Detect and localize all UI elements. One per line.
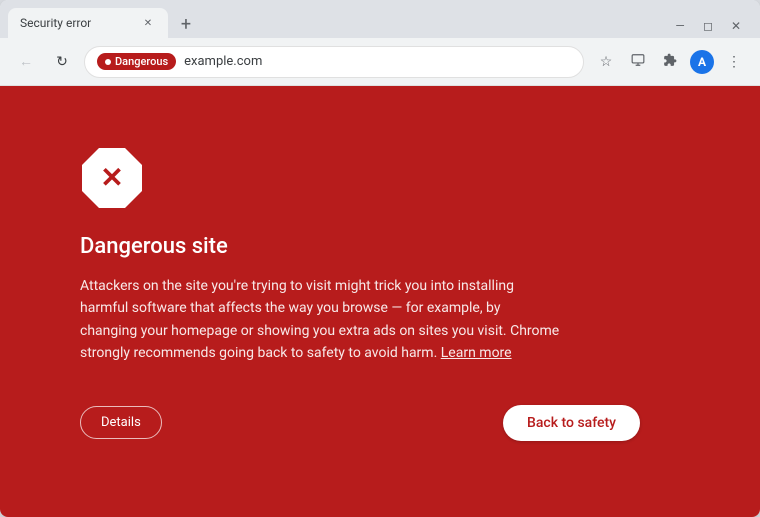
error-icon: ✕ bbox=[80, 146, 144, 210]
tab-search-button[interactable] bbox=[624, 48, 652, 76]
profile-button[interactable]: A bbox=[688, 48, 716, 76]
back-button[interactable]: ← bbox=[12, 48, 40, 76]
toolbar-actions: ☆ A bbox=[592, 48, 748, 76]
error-icon-container: ✕ bbox=[80, 146, 144, 210]
new-tab-button[interactable]: + bbox=[172, 10, 200, 38]
extensions-icon bbox=[663, 53, 677, 71]
extensions-button[interactable] bbox=[656, 48, 684, 76]
tab-title: Security error bbox=[20, 16, 132, 30]
close-button[interactable]: ✕ bbox=[728, 18, 744, 34]
browser-toolbar: ← ↻ Dangerous example.com ☆ bbox=[0, 38, 760, 86]
menu-button[interactable]: ⋮ bbox=[720, 48, 748, 76]
tab-search-icon bbox=[631, 53, 645, 71]
browser-window: Security error ✕ + — ◻ ✕ ← ↻ Dangerous e… bbox=[0, 0, 760, 517]
dangerous-badge: Dangerous bbox=[97, 53, 176, 70]
error-actions: Details Back to safety bbox=[80, 405, 640, 441]
error-page: ✕ Dangerous site Attackers on the site y… bbox=[0, 86, 760, 517]
refresh-button[interactable]: ↻ bbox=[48, 48, 76, 76]
badge-dot bbox=[105, 59, 111, 65]
profile-initial: A bbox=[698, 55, 706, 69]
minimize-button[interactable]: — bbox=[672, 18, 688, 34]
url-display: example.com bbox=[184, 54, 262, 69]
error-title: Dangerous site bbox=[80, 234, 228, 259]
menu-icon: ⋮ bbox=[727, 54, 741, 70]
profile-avatar: A bbox=[690, 50, 714, 74]
bookmark-icon: ☆ bbox=[600, 54, 613, 70]
refresh-icon: ↻ bbox=[56, 54, 68, 70]
active-tab[interactable]: Security error ✕ bbox=[8, 8, 168, 38]
back-icon: ← bbox=[19, 53, 33, 70]
window-controls: — ◻ ✕ bbox=[672, 18, 752, 38]
back-to-safety-button[interactable]: Back to safety bbox=[503, 405, 640, 441]
dangerous-label: Dangerous bbox=[115, 55, 168, 68]
learn-more-link[interactable]: Learn more bbox=[441, 345, 512, 361]
details-button[interactable]: Details bbox=[80, 406, 162, 439]
restore-button[interactable]: ◻ bbox=[700, 18, 716, 34]
bookmark-button[interactable]: ☆ bbox=[592, 48, 620, 76]
x-icon: ✕ bbox=[100, 164, 123, 192]
tab-close-button[interactable]: ✕ bbox=[140, 15, 156, 31]
address-bar[interactable]: Dangerous example.com bbox=[84, 46, 584, 78]
tab-bar: Security error ✕ + — ◻ ✕ bbox=[0, 0, 760, 38]
error-description: Attackers on the site you're trying to v… bbox=[80, 275, 560, 365]
